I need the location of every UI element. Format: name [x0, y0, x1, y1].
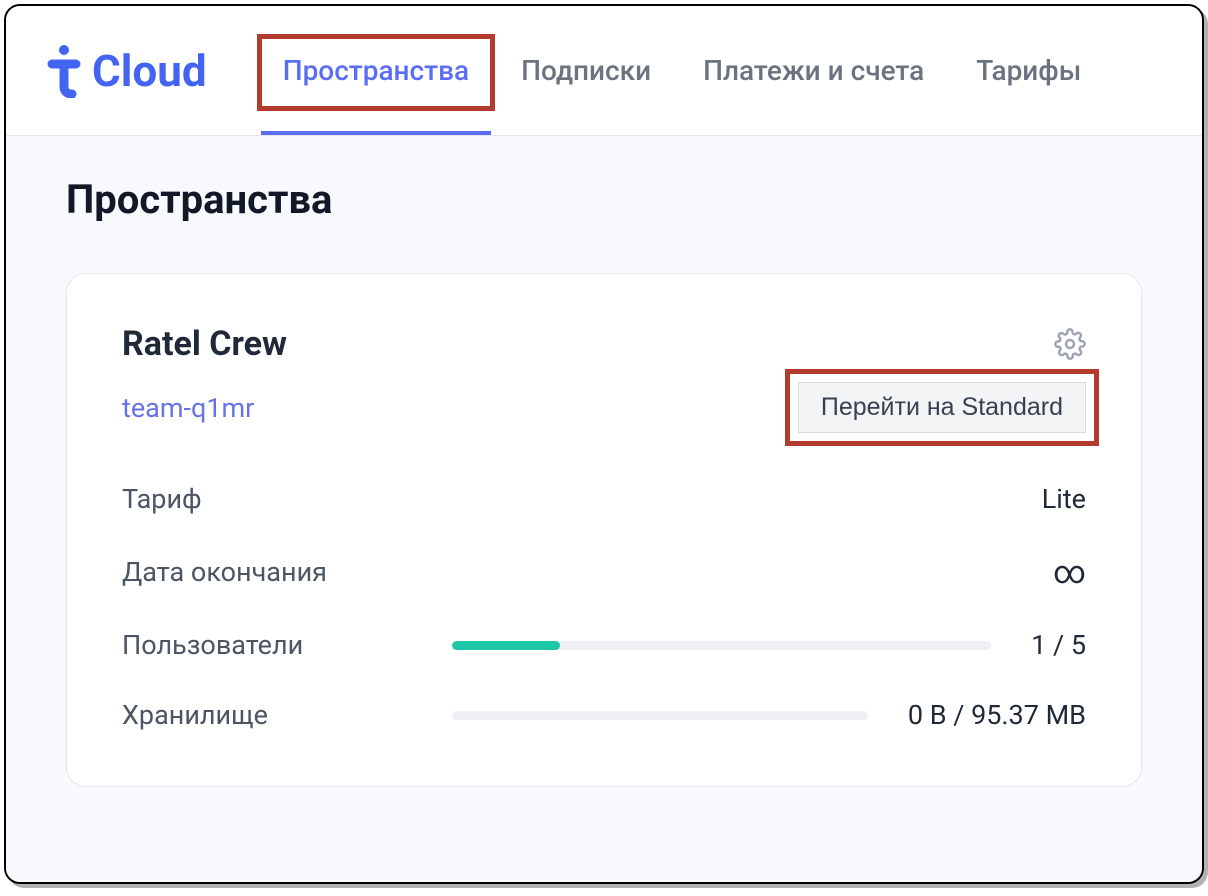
page-title: Пространства: [66, 176, 1142, 223]
team-link[interactable]: team-q1mr: [122, 392, 254, 424]
logo-text: Cloud: [92, 45, 207, 97]
nav-label: Подписки: [521, 54, 651, 87]
row-label: Хранилище: [122, 699, 452, 731]
row-label: Пользователи: [122, 629, 452, 661]
row-value: Lite: [1042, 483, 1086, 515]
card-subheader: team-q1mr Перейти на Standard: [122, 382, 1086, 433]
nav-label: Тарифы: [976, 54, 1081, 87]
nav-payments[interactable]: Платежи и счета: [677, 6, 950, 135]
nav-tariffs[interactable]: Тарифы: [950, 6, 1107, 135]
nav-subscriptions[interactable]: Подписки: [495, 6, 677, 135]
progress-container: [452, 711, 868, 720]
row-end-date: Дата окончания ∞: [122, 553, 1086, 591]
nav-spaces[interactable]: Пространства: [257, 6, 495, 135]
space-name: Ratel Crew: [122, 324, 287, 364]
info-rows: Тариф Lite Дата окончания ∞ Пользователи: [122, 483, 1086, 731]
nav: Пространства Подписки Платежи и счета Та…: [257, 6, 1108, 135]
users-progress-fill: [452, 641, 560, 650]
app-window: Cloud Пространства Подписки Платежи и сч…: [4, 4, 1204, 884]
logo-icon: [46, 44, 82, 98]
content: Пространства Ratel Crew team-q1mr Перейт…: [6, 136, 1202, 882]
card-header: Ratel Crew: [122, 324, 1086, 364]
row-tariff: Тариф Lite: [122, 483, 1086, 515]
nav-label: Пространства: [283, 54, 469, 87]
row-value: 0 B / 95.37 MB: [908, 699, 1086, 731]
row-value: 1 / 5: [1031, 629, 1086, 661]
space-card: Ratel Crew team-q1mr Перейти на Standard: [66, 273, 1142, 787]
gear-icon[interactable]: [1054, 328, 1086, 364]
logo[interactable]: Cloud: [46, 44, 207, 98]
upgrade-button-label: Перейти на Standard: [821, 393, 1063, 421]
upgrade-button[interactable]: Перейти на Standard: [798, 382, 1086, 433]
row-label: Дата окончания: [122, 556, 452, 588]
row-users: Пользователи 1 / 5: [122, 629, 1086, 661]
row-label: Тариф: [122, 483, 452, 515]
progress-container: [452, 641, 991, 650]
nav-label: Платежи и счета: [703, 54, 924, 87]
storage-progress-bar: [452, 711, 868, 720]
users-progress-bar: [452, 641, 991, 650]
row-value: ∞: [1053, 553, 1086, 591]
row-storage: Хранилище 0 B / 95.37 MB: [122, 699, 1086, 731]
header: Cloud Пространства Подписки Платежи и сч…: [6, 6, 1202, 136]
